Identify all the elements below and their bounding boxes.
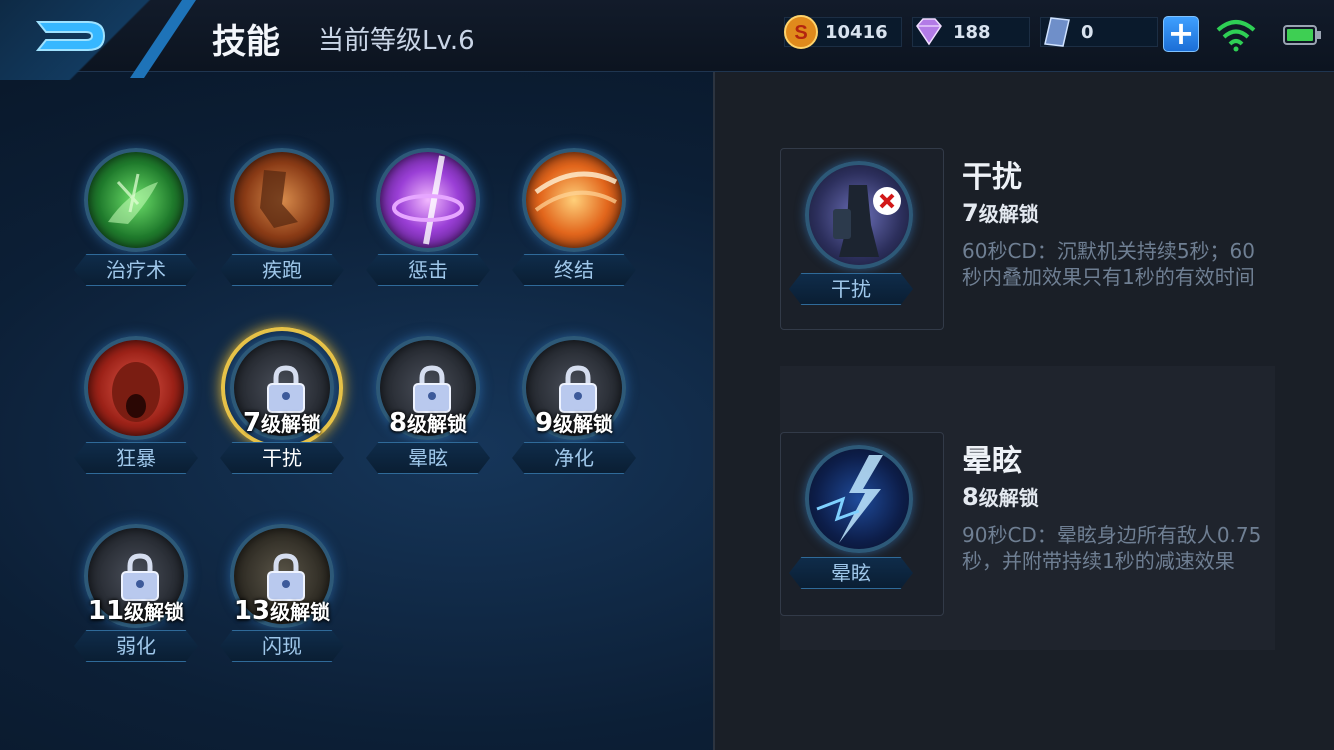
skill-label: 治疗术 [74, 254, 198, 286]
sprint-icon[interactable] [230, 148, 334, 252]
skill-item-execute[interactable]: 终结 [500, 148, 650, 298]
detail-icon-label: 晕眩 [789, 557, 913, 589]
lock-icon [267, 365, 305, 413]
berserk-icon[interactable] [84, 336, 188, 440]
wifi-icon [1216, 20, 1256, 52]
skill-label: 终结 [512, 254, 636, 286]
smite-beam-glyph [392, 155, 464, 245]
back-arrow-icon [35, 21, 106, 51]
lock-icon [267, 553, 305, 601]
recharge-plus-button[interactable]: + [1163, 16, 1199, 52]
skill-label: 干扰 [220, 442, 344, 474]
detail-description: 90秒CD：晕眩身边所有敌人0.75秒，并附带持续1秒的减速效果 [962, 523, 1262, 573]
detail-unlock-level: 8级解锁 [962, 483, 1039, 511]
execute-slash-glyph [534, 171, 618, 212]
lock-icon [559, 365, 597, 413]
skill-label: 晕眩 [366, 442, 490, 474]
detail-icon-frame: 晕眩 [780, 432, 944, 616]
detail-card-stun[interactable]: 晕眩 晕眩 8级解锁 90秒CD：晕眩身边所有敌人0.75秒，并附带持续1秒的减… [780, 366, 1275, 650]
smite-icon[interactable] [376, 148, 480, 252]
skill-label: 疾跑 [220, 254, 344, 286]
gold-coin-icon: S [784, 15, 818, 49]
detail-card-disrupt[interactable]: 干扰 干扰 7级解锁 60秒CD：沉默机关持续5秒；60秒内叠加效果只有1秒的有… [780, 148, 1275, 363]
voucher-crystal-icon [1044, 17, 1070, 47]
skill-item-stun[interactable]: 8级解锁 晕眩 [354, 336, 504, 486]
skill-item-flash[interactable]: 13级解锁 闪现 [208, 524, 358, 674]
unlock-level-text: 11级解锁 [87, 596, 185, 626]
gold-amount: 10416 [825, 21, 888, 43]
detail-unlock-level: 7级解锁 [962, 199, 1039, 227]
heal-hand-glyph [108, 173, 158, 224]
voucher-amount: 0 [1081, 21, 1094, 43]
stun-detail-icon [805, 445, 913, 553]
skill-item-smite[interactable]: 惩击 [354, 148, 504, 298]
lock-icon [121, 553, 159, 601]
skill-item-sprint[interactable]: 疾跑 [208, 148, 358, 298]
detail-skill-name: 晕眩 [962, 444, 1022, 479]
skill-item-berserk[interactable]: 狂暴 [62, 336, 212, 486]
detail-description: 60秒CD：沉默机关持续5秒；60秒内叠加效果只有1秒的有效时间 [962, 239, 1255, 289]
skill-item-weaken[interactable]: 11级解锁 弱化 [62, 524, 212, 674]
skill-label: 闪现 [220, 630, 344, 662]
gold-counter: S 10416 [784, 15, 902, 49]
skill-detail-panel: 干扰 干扰 7级解锁 60秒CD：沉默机关持续5秒；60秒内叠加效果只有1秒的有… [713, 72, 1334, 750]
execute-icon[interactable] [522, 148, 626, 252]
detail-skill-name: 干扰 [962, 160, 1022, 195]
unlock-level-text: 7级解锁 [242, 408, 322, 438]
heal-icon[interactable] [84, 148, 188, 252]
diamond-amount: 188 [953, 21, 991, 43]
header-slash-decoration [130, 0, 196, 78]
skill-label: 狂暴 [74, 442, 198, 474]
skill-item-heal[interactable]: 治疗术 [62, 148, 212, 298]
voucher-counter: 0 [1040, 17, 1158, 47]
unlock-level-text: 8级解锁 [388, 408, 468, 438]
skill-label: 惩击 [366, 254, 490, 286]
skill-label: 净化 [512, 442, 636, 474]
disrupt-knight-glyph [833, 185, 901, 257]
disrupt-detail-icon [805, 161, 913, 269]
detail-icon-label: 干扰 [789, 273, 913, 305]
unlock-level-text: 9级解锁 [534, 408, 614, 438]
detail-icon-frame: 干扰 [780, 148, 944, 330]
skill-item-disrupt[interactable]: 7级解锁 干扰 [208, 327, 358, 486]
diamond-icon [916, 18, 942, 46]
unlock-level-text: 13级解锁 [233, 596, 331, 626]
berserk-face-glyph [112, 362, 160, 422]
svg-text:S: S [794, 22, 807, 44]
top-bar: 技能 当前等级Lv.6 S 10416 188 0 + [0, 0, 1334, 80]
page-title: 技能 [212, 22, 280, 62]
diamond-counter: 188 [912, 17, 1030, 47]
lightning-glyph [816, 455, 883, 543]
skill-item-purify[interactable]: 9级解锁 净化 [500, 336, 650, 486]
lock-icon [413, 365, 451, 413]
skill-label: 弱化 [74, 630, 198, 662]
battery-icon [1283, 25, 1321, 45]
player-level: 当前等级Lv.6 [318, 26, 475, 56]
sprint-boot-glyph [260, 170, 298, 228]
